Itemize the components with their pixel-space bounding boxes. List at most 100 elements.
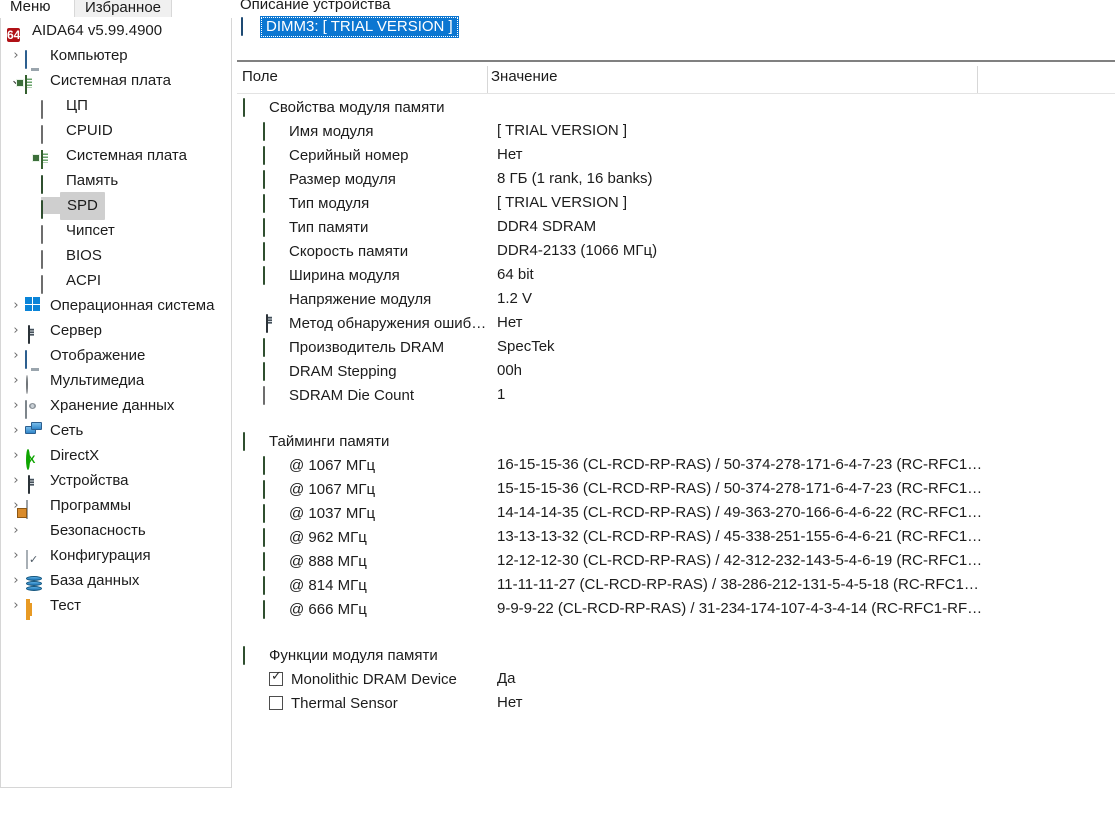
- sidebar-item-label: Системная плата: [50, 72, 171, 89]
- chevron-right-icon[interactable]: ›: [7, 543, 25, 568]
- sidebar-item-22[interactable]: › Тест: [1, 593, 231, 620]
- tab-menu[interactable]: Меню: [0, 0, 61, 18]
- table-row[interactable]: @ 814 МГц 11-11-11-27 (CL-RCD-RP-RAS) / 3…: [237, 573, 1115, 597]
- column-divider-right[interactable]: [977, 66, 978, 93]
- disk-drive-icon: [25, 397, 44, 419]
- table-row[interactable]: Имя модуля [ TRIAL VERSION ]: [237, 119, 1115, 143]
- sidebar-item-label: CPUID: [66, 122, 113, 139]
- sidebar-item-2[interactable]: ЦП: [1, 93, 231, 119]
- table-row[interactable]: Напряжение модуля 1.2 V: [237, 287, 1115, 311]
- table-row[interactable]: Производитель DRAM SpecTek: [237, 335, 1115, 359]
- table-row[interactable]: @ 1067 МГц 15-15-15-36 (CL-RCD-RP-RAS) / …: [237, 477, 1115, 501]
- sidebar-item-17[interactable]: › Устройства: [1, 468, 231, 494]
- benchmark-icon: [25, 597, 44, 620]
- chevron-right-icon[interactable]: ›: [7, 293, 25, 318]
- memory-module-icon: [263, 169, 283, 189]
- table-row[interactable]: @ 962 МГц 13-13-13-32 (CL-RCD-RP-RAS) / 4…: [237, 525, 1115, 549]
- sidebar-item-21[interactable]: › База данных: [1, 568, 231, 593]
- column-header-value[interactable]: Значение: [491, 68, 558, 94]
- column-divider-field-value[interactable]: [487, 66, 488, 93]
- chevron-right-icon[interactable]: ›: [7, 568, 25, 593]
- sidebar-item-6[interactable]: SPD: [1, 191, 231, 220]
- sidebar-item-14[interactable]: › Хранение данных: [1, 393, 231, 419]
- sidebar-item-3[interactable]: CPUID: [1, 118, 231, 144]
- disc-icon: [25, 372, 44, 394]
- table-row[interactable]: @ 888 МГц 12-12-12-30 (CL-RCD-RP-RAS) / 4…: [237, 549, 1115, 573]
- chevron-right-icon[interactable]: ›: [7, 518, 25, 543]
- table-row[interactable]: @ 666 МГц 9-9-9-22 (CL-RCD-RP-RAS) / 31-2…: [237, 597, 1115, 621]
- section-header-row[interactable]: Функции модуля памяти: [237, 643, 1115, 667]
- sidebar-item-7[interactable]: Чипсет: [1, 218, 231, 244]
- table-row[interactable]: Monolithic DRAM Device Да: [237, 667, 1115, 691]
- row-field-label: Тип памяти: [289, 218, 369, 236]
- section-header-row[interactable]: Тайминги памяти: [237, 429, 1115, 453]
- selected-device-row[interactable]: DIMM3: [ TRIAL VERSION ]: [241, 14, 459, 39]
- table-row[interactable]: @ 1067 МГц 16-15-15-36 (CL-RCD-RP-RAS) / …: [237, 453, 1115, 477]
- chevron-right-icon[interactable]: ›: [7, 343, 25, 368]
- chevron-right-icon[interactable]: ›: [7, 393, 25, 418]
- memory-module-icon: [263, 217, 283, 237]
- chevron-right-icon[interactable]: ›: [7, 43, 25, 68]
- table-row[interactable]: SDRAM Die Count 1: [237, 383, 1115, 407]
- memory-module-icon: [263, 575, 283, 595]
- sidebar-item-16[interactable]: › DirectX: [1, 443, 231, 470]
- row-field-label: Thermal Sensor: [291, 694, 398, 712]
- row-field-value: [ TRIAL VERSION ]: [497, 122, 628, 139]
- row-field-label: @ 814 МГц: [289, 576, 367, 594]
- sidebar-item-15[interactable]: › Сеть: [1, 418, 231, 443]
- table-row[interactable]: Тип памяти DDR4 SDRAM: [237, 215, 1115, 239]
- row-field-label: @ 1067 МГц: [289, 480, 376, 498]
- sidebar-item-8[interactable]: BIOS: [1, 243, 231, 269]
- table-row[interactable]: Ширина модуля 64 bit: [237, 263, 1115, 287]
- device-description-header: Описание устройства: [240, 0, 391, 13]
- checkbox-unchecked-icon[interactable]: [269, 696, 283, 710]
- table-row[interactable]: Thermal Sensor Нет: [237, 691, 1115, 715]
- sidebar-item-5[interactable]: Память: [1, 168, 231, 194]
- chevron-right-icon[interactable]: ›: [7, 593, 25, 618]
- navigation-tree-panel[interactable]: 64 AIDA64 v5.99.4900 › Компьютер ⌄Системна…: [0, 18, 232, 788]
- memory-module-icon: [263, 599, 283, 619]
- table-row[interactable]: Метод обнаружения ошиб… Нет: [237, 311, 1115, 335]
- table-row[interactable]: Скорость памяти DDR4-2133 (1066 МГц): [237, 239, 1115, 263]
- section-header-row[interactable]: Свойства модуля памяти: [237, 95, 1115, 119]
- sidebar-item-label: Сеть: [50, 422, 84, 439]
- details-panel: Описание устройства DIMM3: [ TRIAL VERSI…: [237, 0, 1115, 814]
- sidebar-item-0[interactable]: › Компьютер: [1, 43, 231, 69]
- sidebar-item-1[interactable]: ⌄Системная плата: [1, 68, 231, 94]
- table-row[interactable]: Тип модуля [ TRIAL VERSION ]: [237, 191, 1115, 215]
- section-title: Функции модуля памяти: [269, 646, 438, 664]
- sidebar-item-18[interactable]: › Программы: [1, 493, 231, 519]
- tab-favorites[interactable]: Избранное: [74, 0, 173, 18]
- sidebar-item-10[interactable]: › Операционная система: [1, 293, 231, 318]
- row-field-value: Да: [497, 670, 516, 687]
- row-field-value: Нет: [497, 146, 523, 163]
- tree-root-aida64[interactable]: 64 AIDA64 v5.99.4900: [1, 18, 231, 43]
- sidebar-item-label: Устройства: [50, 472, 129, 489]
- sidebar-item-4[interactable]: Системная плата: [1, 143, 231, 169]
- chevron-right-icon[interactable]: ›: [7, 368, 25, 393]
- column-header-field[interactable]: Поле: [242, 68, 278, 94]
- sidebar-item-9[interactable]: ACPI: [1, 268, 231, 294]
- table-row[interactable]: Серийный номер Нет: [237, 143, 1115, 167]
- row-field-value: DDR4 SDRAM: [497, 218, 597, 235]
- sidebar-item-11[interactable]: › Сервер: [1, 318, 231, 344]
- chevron-right-icon[interactable]: ›: [7, 468, 25, 493]
- checkbox-checked-icon[interactable]: [269, 669, 283, 686]
- sidebar-item-19[interactable]: › Безопасность: [1, 518, 231, 543]
- sidebar-item-12[interactable]: › Отображение: [1, 343, 231, 369]
- chevron-right-icon[interactable]: ›: [7, 443, 25, 468]
- row-field-label: Серийный номер: [289, 146, 409, 164]
- table-row[interactable]: Размер модуля 8 ГБ (1 rank, 16 banks): [237, 167, 1115, 191]
- row-field-label: Напряжение модуля: [289, 290, 432, 308]
- table-row[interactable]: @ 1037 МГц 14-14-14-35 (CL-RCD-RP-RAS) / …: [237, 501, 1115, 525]
- sidebar-item-label: Операционная система: [50, 297, 215, 314]
- row-field-value: 00h: [497, 362, 523, 379]
- monitor-icon: [25, 347, 44, 369]
- details-rows: Свойства модуля памяти Имя модуля [ TRIAL …: [237, 95, 1115, 715]
- table-row[interactable]: DRAM Stepping 00h: [237, 359, 1115, 383]
- chevron-right-icon[interactable]: ›: [7, 418, 25, 443]
- chevron-right-icon[interactable]: ›: [7, 318, 25, 343]
- sidebar-item-20[interactable]: › Конфигурация: [1, 543, 231, 569]
- sidebar-item-label: Хранение данных: [50, 397, 175, 414]
- sidebar-item-13[interactable]: › Мультимедиа: [1, 368, 231, 394]
